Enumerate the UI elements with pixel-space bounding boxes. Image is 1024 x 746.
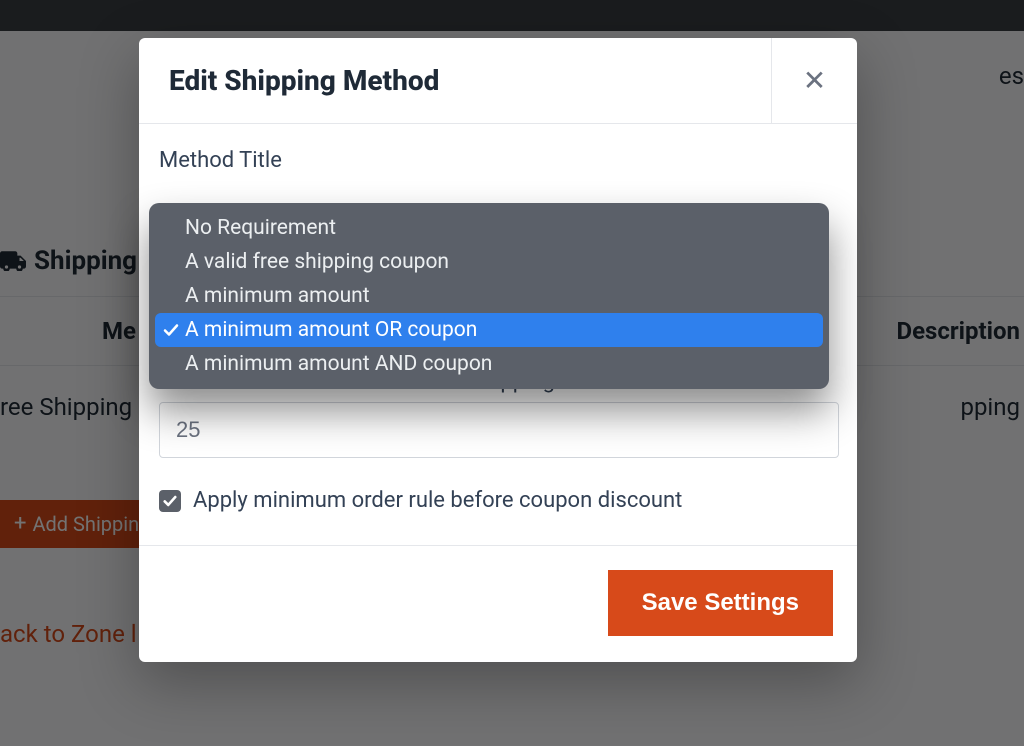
dropdown-option-label: A minimum amount AND coupon [185, 352, 492, 376]
dropdown-option-min-and-coupon[interactable]: A minimum amount AND coupon [155, 347, 823, 381]
apply-rule-checkbox[interactable] [159, 490, 181, 512]
dropdown-option-label: A valid free shipping coupon [185, 250, 449, 274]
dropdown-option-valid-coupon[interactable]: A valid free shipping coupon [155, 245, 823, 279]
modal-header: Edit Shipping Method ✕ [139, 38, 857, 124]
close-button[interactable]: ✕ [771, 38, 857, 124]
method-title-label: Method Title [159, 148, 837, 173]
min-order-input[interactable] [159, 402, 839, 458]
dropdown-option-label: A minimum amount OR coupon [185, 318, 477, 342]
modal-title: Edit Shipping Method [139, 64, 771, 97]
check-icon [163, 322, 179, 338]
apply-rule-row[interactable]: Apply minimum order rule before coupon d… [159, 488, 837, 513]
modal-footer: Save Settings [139, 545, 857, 662]
requirement-dropdown[interactable]: No Requirement A valid free shipping cou… [149, 203, 829, 389]
check-icon [163, 494, 177, 508]
dropdown-option-label: A minimum amount [185, 284, 370, 308]
apply-rule-label: Apply minimum order rule before coupon d… [193, 488, 682, 513]
dropdown-option-min-amount[interactable]: A minimum amount [155, 279, 823, 313]
dropdown-option-label: No Requirement [185, 216, 336, 240]
dropdown-option-min-or-coupon[interactable]: A minimum amount OR coupon [155, 313, 823, 347]
close-icon: ✕ [803, 64, 826, 97]
save-button[interactable]: Save Settings [608, 570, 833, 636]
dropdown-option-no-requirement[interactable]: No Requirement [155, 211, 823, 245]
